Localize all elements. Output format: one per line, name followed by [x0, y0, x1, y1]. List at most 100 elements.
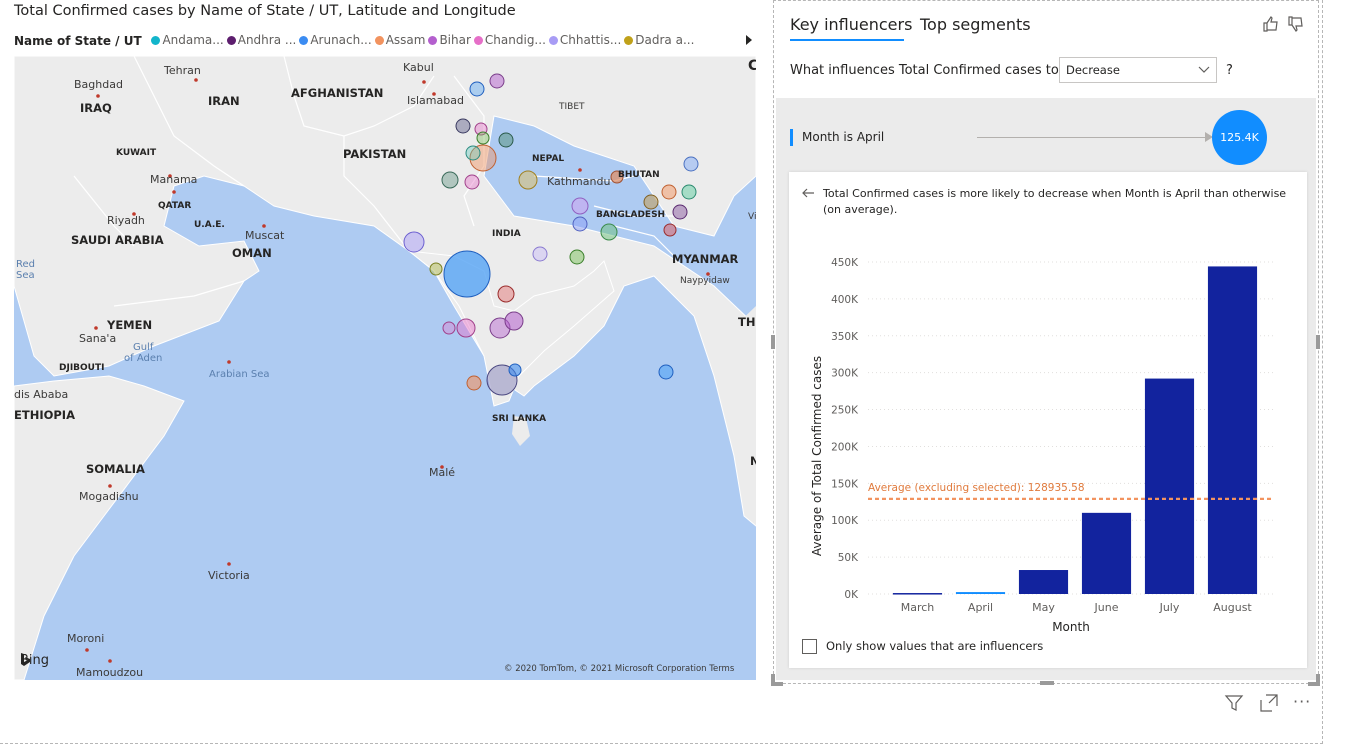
map-label-kathmandu: Kathmandu — [547, 175, 611, 188]
bing-icon — [21, 653, 30, 666]
map-label-india: INDIA — [492, 229, 521, 239]
x-tick-label: August — [1213, 601, 1252, 614]
legend-item[interactable]: Assam — [374, 33, 426, 47]
legend-item-label: Andhra ... — [237, 33, 297, 47]
legend-item[interactable]: Andhra ... — [226, 33, 297, 47]
more-options-icon[interactable]: ··· — [1293, 692, 1311, 711]
y-tick-label: 300K — [831, 368, 859, 380]
map-label-red-sea: Red Sea — [16, 259, 35, 281]
legend-title: Name of State / UT — [14, 33, 142, 48]
resize-handle-left[interactable] — [771, 335, 775, 349]
map-visual-title: Total Confirmed cases by Name of State /… — [14, 3, 516, 19]
bubble-map[interactable]: Baghdad IRAQ Tehran IRAN Kabul AFGHANIST… — [14, 56, 756, 680]
legend-item[interactable]: Andama... — [151, 33, 224, 47]
bing-logo: Bing — [20, 653, 49, 668]
influencer-bar-chart: 0K 50K 100K 150K 200K 250K 300K 350K 400K 450K Ma… — [810, 257, 1274, 634]
x-tick-label: May — [1032, 601, 1055, 614]
influence-question: What influences Total Confirmed cases to — [790, 63, 1059, 78]
resize-handle-bottom[interactable] — [1040, 681, 1054, 685]
map-label-djibouti: DJIBOUTI — [59, 363, 105, 373]
map-label-iraq: IRAQ — [80, 101, 112, 115]
influencer-value-bubble[interactable]: 125.4K — [1212, 110, 1267, 165]
map-label-bangladesh: BANGLADESH — [596, 210, 666, 220]
canvas-border-right — [1322, 0, 1323, 744]
influencer-selected-marker — [790, 129, 793, 146]
y-tick-label: 250K — [831, 405, 859, 417]
chart-bars — [892, 266, 1258, 595]
y-tick-label: 450K — [831, 257, 859, 269]
x-tick-label: March — [901, 601, 935, 614]
tab-key-influencers[interactable]: Key influencers — [790, 15, 912, 34]
map-label-sri-lanka: SRI LANKA — [492, 414, 547, 424]
bar-august[interactable] — [1207, 266, 1258, 594]
x-tick-label: April — [968, 601, 993, 614]
dropdown-value: Decrease — [1066, 63, 1120, 77]
map-label-edge-th: TH — [738, 315, 756, 329]
x-tick-label: June — [1094, 601, 1119, 614]
thumbs-down-icon[interactable] — [1287, 15, 1305, 33]
legend-item[interactable]: Chhattis... — [548, 33, 622, 47]
map-label-uae: U.A.E. — [194, 220, 225, 230]
y-tick-label: 100K — [831, 515, 859, 527]
filter-icon[interactable] — [1224, 693, 1244, 713]
legend-dot-icon — [548, 35, 558, 45]
reference-line-label: Average (excluding selected): 128935.58 — [868, 482, 1085, 494]
map-label-edge-vi: Vi — [748, 212, 756, 222]
influencer-explanation: Total Confirmed cases is more likely to … — [823, 187, 1287, 216]
legend-item[interactable]: Dadra a... — [624, 33, 694, 47]
legend-item-label: Bihar — [439, 33, 471, 47]
influencers-only-checkbox[interactable] — [802, 639, 817, 654]
map-label-qatar: QATAR — [158, 201, 192, 211]
focus-mode-icon[interactable] — [1259, 693, 1279, 713]
influencer-connector-line — [977, 137, 1211, 138]
direction-dropdown[interactable]: Decrease — [1059, 57, 1217, 83]
legend-dot-icon — [428, 35, 438, 45]
bar-march[interactable] — [892, 593, 943, 595]
legend-dot-icon — [299, 35, 309, 45]
back-arrow-icon[interactable] — [801, 186, 815, 204]
map-label-yemen: YEMEN — [107, 318, 153, 332]
bar-may[interactable] — [1018, 570, 1069, 594]
checkbox-label: Only show values that are influencers — [826, 639, 1044, 653]
resize-handle-bottom-right-h[interactable] — [1308, 682, 1320, 686]
y-axis-ticks: 0K 50K 100K 150K 200K 250K 300K 350K 400K 450K — [831, 257, 859, 601]
map-label-edge-c: C — [748, 58, 756, 74]
legend-item-label: Assam — [385, 33, 426, 47]
legend-item[interactable]: Bihar — [428, 33, 471, 47]
x-tick-label: July — [1159, 601, 1180, 614]
tab-top-segments[interactable]: Top segments — [920, 15, 1031, 34]
map-label-iran: IRAN — [208, 94, 240, 108]
resize-handle-bottom-left-h[interactable] — [771, 682, 783, 686]
bar-april[interactable] — [955, 592, 1006, 594]
legend-item[interactable]: Chandig... — [473, 33, 546, 47]
map-label-muscat: Muscat — [245, 229, 285, 242]
y-tick-label: 400K — [831, 294, 859, 306]
map-label-victoria: Victoria — [208, 569, 250, 582]
map-label-afghanistan: AFGHANISTAN — [291, 86, 384, 100]
legend-item-label: Chhattis... — [559, 33, 622, 47]
legend-dot-icon — [374, 35, 384, 45]
legend-item[interactable]: Arunach... — [299, 33, 372, 47]
legend-item-label: Andama... — [162, 33, 224, 47]
bar-june[interactable] — [1081, 512, 1132, 594]
y-tick-label: 200K — [831, 441, 859, 453]
help-question-mark[interactable]: ? — [1226, 63, 1233, 78]
map-attribution[interactable]: © 2020 TomTom, © 2021 Microsoft Corporat… — [504, 664, 734, 674]
y-axis-title: Average of Total Confirmed cases — [810, 356, 824, 556]
chevron-right-icon[interactable] — [744, 33, 756, 47]
resize-handle-right[interactable] — [1316, 335, 1320, 349]
map-label-moroni: Moroni — [67, 632, 105, 645]
map-label-kabul: Kabul — [403, 61, 434, 74]
map-label-baghdad: Baghdad — [74, 78, 123, 91]
thumbs-up-icon[interactable] — [1262, 15, 1280, 33]
map-label-addis-ababa: dis Ababa — [14, 388, 69, 401]
map-label-tibet: TIBET — [559, 102, 585, 112]
legend-item-label: Dadra a... — [635, 33, 695, 47]
legend-item-label: Chandig... — [484, 33, 546, 47]
map-label-myanmar: MYANMAR — [672, 252, 739, 266]
map-label-kuwait: KUWAIT — [116, 148, 157, 158]
chevron-down-icon — [1197, 62, 1211, 80]
influencer-label[interactable]: Month is April — [802, 130, 884, 144]
legend-dot-icon — [624, 35, 634, 45]
bar-july[interactable] — [1144, 378, 1195, 594]
